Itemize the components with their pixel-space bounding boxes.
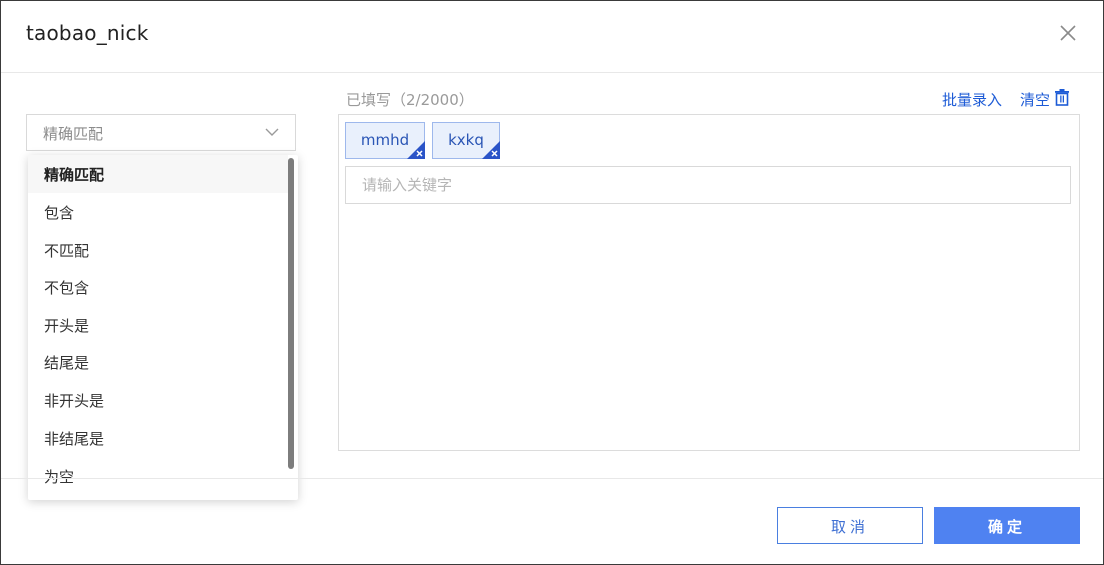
option-ends-with[interactable]: 结尾是	[28, 343, 288, 381]
option-not-match[interactable]: 不匹配	[28, 231, 288, 269]
dialog-title: taobao_nick	[26, 21, 149, 45]
option-not-ends-with[interactable]: 非结尾是	[28, 419, 288, 457]
chevron-down-icon	[265, 128, 279, 136]
keyword-box	[338, 114, 1080, 451]
filled-count-label: 已填写（2/2000）	[346, 91, 474, 109]
option-starts-with[interactable]: 开头是	[28, 306, 288, 344]
keyword-tag[interactable]: mmhd	[345, 122, 425, 159]
batch-entry-link[interactable]: 批量录入	[942, 89, 1002, 110]
remove-tag-icon[interactable]	[407, 141, 425, 159]
keyword-tag[interactable]: kxkq	[432, 122, 500, 159]
keyword-tag-label: mmhd	[360, 131, 410, 149]
option-contains[interactable]: 包含	[28, 193, 288, 231]
header-divider	[1, 72, 1103, 73]
cancel-button[interactable]: 取消	[777, 507, 923, 544]
clear-link[interactable]: 清空	[1020, 89, 1050, 110]
option-not-starts-with[interactable]: 非开头是	[28, 381, 288, 419]
match-type-dropdown: 精确匹配 包含 不匹配 不包含 开头是 结尾是 非开头是 非结尾是 为空	[28, 155, 298, 500]
option-not-contains[interactable]: 不包含	[28, 268, 288, 306]
trash-icon[interactable]	[1054, 89, 1070, 106]
footer-divider	[1, 478, 1103, 479]
match-type-value: 精确匹配	[43, 125, 104, 143]
option-exact-match[interactable]: 精确匹配	[28, 155, 288, 193]
keyword-filter-dialog: taobao_nick 精确匹配 精确匹配 包含 不匹配 不包含 开头是 结尾是…	[0, 0, 1104, 565]
confirm-button[interactable]: 确定	[934, 507, 1080, 544]
remove-tag-icon[interactable]	[482, 141, 500, 159]
option-empty[interactable]: 为空	[28, 457, 288, 495]
keyword-input[interactable]	[345, 166, 1071, 204]
keyword-tag-label: kxkq	[448, 131, 484, 149]
match-type-select[interactable]: 精确匹配	[26, 114, 296, 151]
close-icon[interactable]	[1058, 23, 1078, 43]
dropdown-scrollbar[interactable]	[288, 158, 294, 469]
